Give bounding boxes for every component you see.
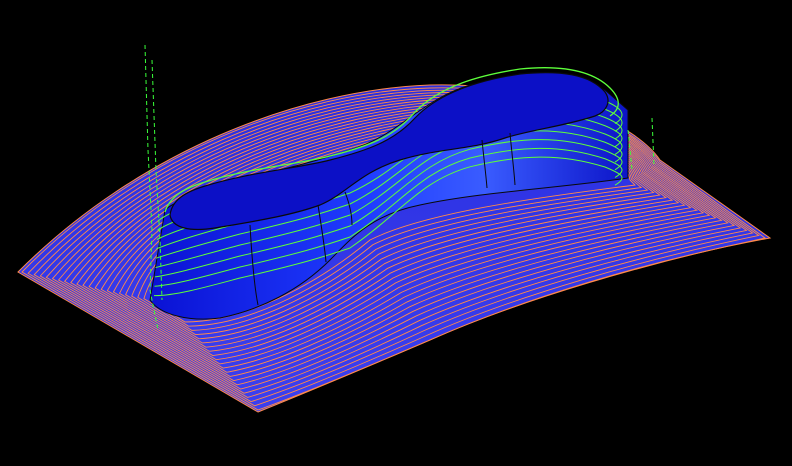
cam-viewport[interactable]: [0, 0, 792, 466]
toolpath-scene[interactable]: [0, 0, 792, 466]
